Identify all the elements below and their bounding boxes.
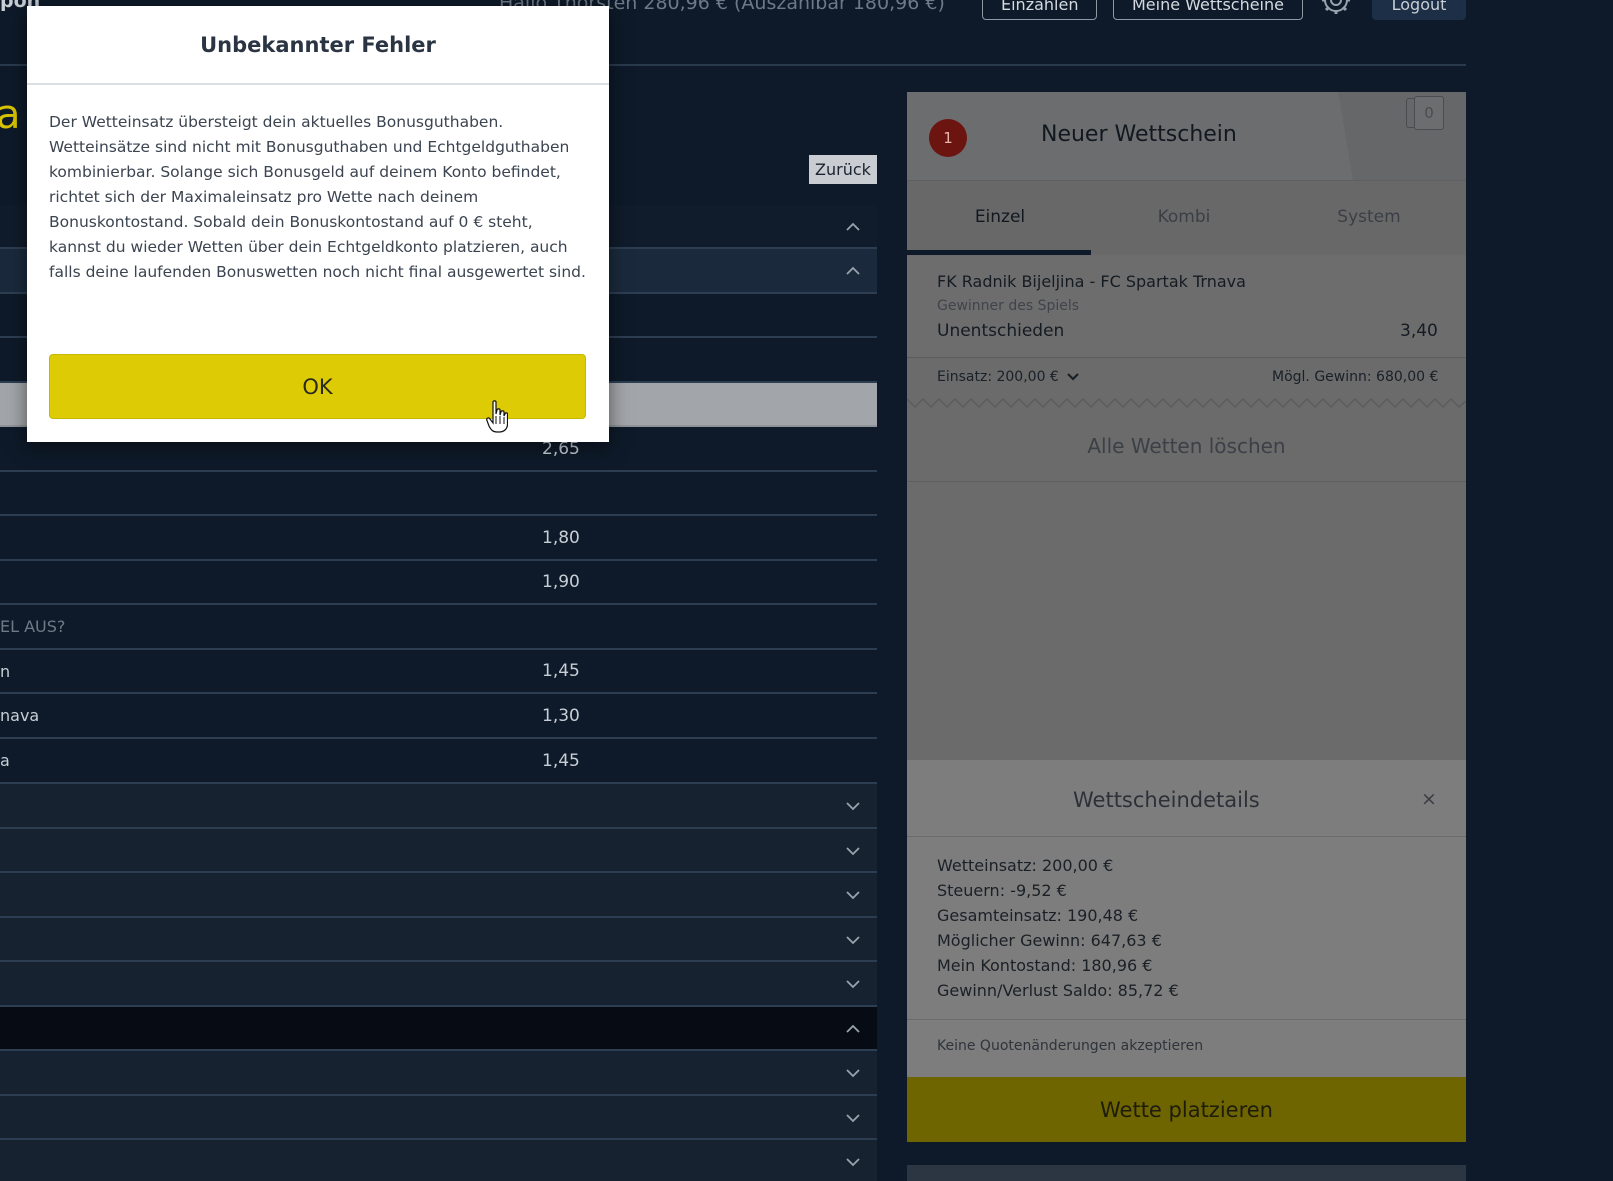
odd-value[interactable]: 1,45 — [542, 751, 580, 771]
market-section-collapsed[interactable] — [0, 1140, 877, 1181]
odd-value[interactable]: 1,45 — [542, 661, 580, 681]
odd-value[interactable]: 1,30 — [542, 706, 580, 726]
chevron-down-icon — [846, 1158, 860, 1167]
possible-win: Mögl. Gewinn: 680,00 € — [1272, 369, 1439, 385]
chevron-down-icon — [846, 1069, 860, 1078]
stake-dropdown[interactable]: Einsatz: 200,00 € — [937, 369, 1080, 385]
selection-label: a — [0, 751, 10, 770]
odd-value[interactable]: 1,80 — [542, 528, 580, 548]
detail-profit-loss: Gewinn/Verlust Saldo: 85,72 € — [937, 981, 1179, 1000]
betslip-count-badge: 1 — [929, 119, 967, 157]
market-section-collapsed[interactable] — [0, 829, 877, 873]
dialog-title: Unbekannter Fehler — [27, 6, 609, 85]
chevron-down-icon — [846, 1114, 860, 1123]
market-section-collapsed[interactable] — [0, 873, 877, 918]
bet-selection: Unentschieden — [937, 321, 1065, 341]
selection-label: nava — [0, 706, 40, 725]
place-bet-button[interactable]: Wette platzieren — [907, 1077, 1466, 1142]
bet-odd: 3,40 — [1400, 321, 1438, 341]
selection-label: n — [0, 661, 11, 681]
odds-change-setting[interactable]: Keine Quotenänderungen akzeptieren — [937, 1038, 1203, 1054]
market-question: EL AUS? — [0, 617, 66, 636]
market-section-collapsed[interactable] — [0, 918, 877, 962]
chevron-down-icon — [846, 891, 860, 900]
active-tab-indicator — [907, 250, 1091, 255]
dialog-message: Der Wetteinsatz übersteigt dein aktuelle… — [49, 113, 586, 281]
chevron-up-icon — [846, 222, 860, 231]
market-group-header[interactable] — [0, 1007, 877, 1051]
market-section-collapsed[interactable] — [0, 962, 877, 1007]
detail-balance: Mein Kontostand: 180,96 € — [937, 956, 1153, 975]
settings-gear-icon[interactable] — [1316, 0, 1356, 20]
detail-stake: Wetteinsatz: 200,00 € — [937, 856, 1114, 875]
deposit-button[interactable]: Einzahlen — [982, 0, 1098, 20]
ticket-edge-divider — [907, 397, 1466, 409]
betslip-title: Neuer Wettschein — [1041, 122, 1237, 147]
bet-market-name: Gewinner des Spiels — [937, 298, 1080, 314]
logout-button[interactable]: Logout — [1372, 0, 1466, 20]
tab-kombi[interactable]: Kombi — [1091, 180, 1277, 254]
market-row[interactable]: 1,80 — [0, 516, 877, 561]
chevron-down-icon — [846, 847, 860, 856]
details-title: Wettscheindetails — [1073, 788, 1260, 812]
close-icon[interactable]: × — [1421, 788, 1437, 810]
market-section-collapsed[interactable] — [0, 1051, 877, 1096]
tab-einzel[interactable]: Einzel — [907, 180, 1093, 254]
market-row[interactable]: 1,90 — [0, 561, 877, 605]
clear-all-bets-button[interactable]: Alle Wetten löschen — [907, 410, 1466, 482]
promo-banner[interactable] — [907, 1165, 1466, 1181]
market-row[interactable]: n 1,45 — [0, 650, 877, 694]
chevron-up-icon — [846, 1024, 860, 1033]
chevron-down-icon — [846, 802, 860, 811]
detail-taxes: Steuern: -9,52 € — [937, 881, 1067, 900]
details-divider — [907, 1019, 1466, 1020]
detail-possible-win: Möglicher Gewinn: 647,63 € — [937, 931, 1162, 950]
back-button[interactable]: Zurück — [809, 155, 877, 184]
my-bets-button[interactable]: Meine Wettscheine — [1113, 0, 1303, 20]
tab-system[interactable]: System — [1276, 180, 1462, 254]
market-section-collapsed[interactable] — [0, 784, 877, 829]
market-section-collapsed[interactable] — [0, 1096, 877, 1140]
market-row[interactable] — [0, 472, 877, 516]
saved-slips-button[interactable]: 0 — [1414, 96, 1444, 130]
stake-value: Einsatz: 200,00 € — [937, 369, 1059, 385]
chevron-up-icon — [846, 266, 860, 275]
hand-cursor-icon — [486, 400, 508, 433]
event-title: a — [0, 92, 21, 138]
odd-value[interactable]: 1,90 — [542, 572, 580, 592]
error-dialog: Unbekannter Fehler Der Wetteinsatz übers… — [27, 6, 609, 442]
chevron-down-icon — [846, 980, 860, 989]
detail-total-stake: Gesamteinsatz: 190,48 € — [937, 906, 1139, 925]
chevron-down-icon — [846, 936, 860, 945]
market-row[interactable]: a 1,45 — [0, 739, 877, 784]
market-row[interactable]: nava 1,30 — [0, 694, 877, 739]
bet-match-name: FK Radnik Bijeljina - FC Spartak Trnava — [937, 272, 1246, 291]
market-question-row: EL AUS? — [0, 605, 877, 650]
chevron-down-icon — [1067, 373, 1080, 381]
